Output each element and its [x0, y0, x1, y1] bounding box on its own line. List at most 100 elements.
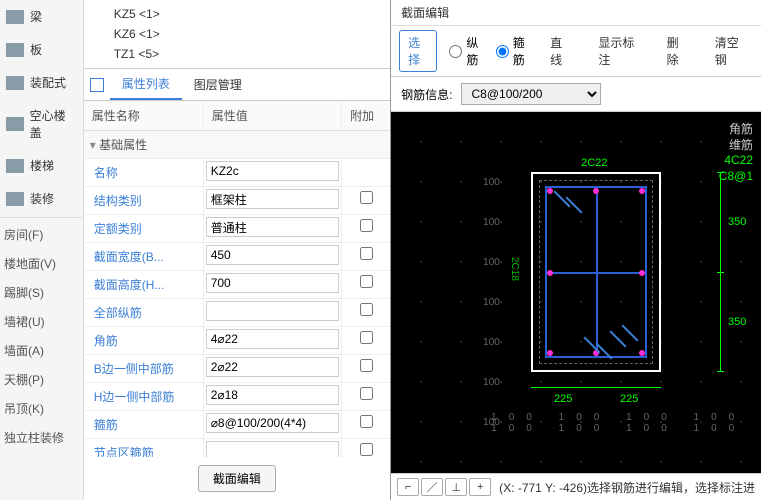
prop-input-bside[interactable] — [206, 357, 339, 377]
radio-label: 箍筋 — [513, 34, 530, 68]
nav-label: 踢脚(S) — [4, 284, 44, 301]
nav-label: 装配式 — [30, 74, 66, 91]
group-basic[interactable]: 基础属性 — [84, 131, 390, 159]
snap-perp-icon[interactable]: ⊥ — [445, 478, 467, 496]
prop-input-hside[interactable] — [206, 385, 339, 405]
prop-input-stirrup[interactable] — [206, 413, 339, 433]
prop-label: 截面高度(H... — [84, 271, 204, 298]
grid-label: 100 — [483, 257, 500, 268]
finish-icon — [6, 192, 24, 206]
prop-check[interactable] — [360, 387, 373, 400]
prop-check[interactable] — [360, 247, 373, 260]
beam-icon — [6, 10, 24, 24]
stair-icon — [6, 159, 24, 173]
prop-input-struct[interactable] — [206, 189, 339, 209]
nav-ceiling[interactable]: 天棚(P) — [0, 365, 83, 394]
property-list: 基础属性 名称 结构类别 定额类别 截面宽度(B... 截面高度(H... 全部… — [84, 131, 390, 457]
column-section[interactable] — [531, 172, 661, 372]
component-tree: KZ5 <1> KZ6 <1> TZ1 <5> — [84, 0, 390, 68]
snap-line-icon[interactable]: ／ — [421, 478, 443, 496]
section-editor: 截面编辑 选择 纵筋 箍筋 直线 显示标注 删除 清空钢 钢筋信息: C8@10… — [391, 0, 761, 500]
prop-input-joint[interactable] — [206, 441, 339, 457]
grid-label: 100 — [483, 217, 500, 228]
tool-clear[interactable]: 清空钢 — [707, 31, 753, 71]
nav-indep[interactable]: 独立柱装修 — [0, 423, 83, 452]
grid-label-row: 100 100 100 100 100 100 100 100 — [491, 412, 761, 434]
editor-toolbar: 选择 纵筋 箍筋 直线 显示标注 删除 清空钢 — [391, 26, 761, 77]
prop-check[interactable] — [360, 359, 373, 372]
col-extra: 附加 — [342, 101, 390, 130]
prop-check[interactable] — [360, 191, 373, 204]
prop-row: 截面高度(H... — [84, 271, 390, 299]
nav-label: 墙裙(U) — [4, 313, 45, 330]
nav-label: 独立柱装修 — [4, 429, 64, 446]
col-value: 属性值 — [204, 101, 342, 130]
section-edit-button[interactable]: 截面编辑 — [198, 465, 276, 492]
prop-label: 箍筋 — [84, 411, 204, 438]
dim-side-label: 2C18 — [509, 257, 520, 281]
prop-label: 定额类别 — [84, 215, 204, 242]
editor-title: 截面编辑 — [391, 0, 761, 26]
prop-row: 结构类别 — [84, 187, 390, 215]
tool-select[interactable]: 选择 — [399, 30, 437, 72]
tool-longbar[interactable]: 纵筋 — [449, 34, 483, 68]
prop-label: 截面宽度(B... — [84, 243, 204, 270]
prop-input-width[interactable] — [206, 245, 339, 265]
prop-input-name[interactable] — [206, 161, 339, 181]
prop-label: 节点区箍筋 — [84, 439, 204, 457]
tool-stirrup[interactable]: 箍筋 — [496, 34, 530, 68]
expand-icon[interactable] — [90, 78, 104, 92]
rebar-select[interactable]: C8@100/200 — [461, 83, 601, 105]
tree-item[interactable]: TZ1 <5> — [94, 44, 380, 64]
radio-longbar[interactable] — [449, 45, 462, 58]
prop-check[interactable] — [360, 415, 373, 428]
prop-input-corner[interactable] — [206, 329, 339, 349]
prop-row: H边一侧中部筋 — [84, 383, 390, 411]
dim-top: 2C22 — [581, 157, 607, 169]
prop-label: 角筋 — [84, 327, 204, 354]
nav-finish[interactable]: 装修 — [0, 182, 83, 215]
nav-wall[interactable]: 墙面(A) — [0, 336, 83, 365]
section-canvas[interactable]: 角筋维筋 4C22C8@1 2C22 2C18 350 — [391, 112, 761, 473]
nav-floor[interactable]: 楼地面(V) — [0, 249, 83, 278]
slab-icon — [6, 43, 24, 57]
tab-properties[interactable]: 属性列表 — [110, 69, 182, 100]
tree-item[interactable]: KZ5 <1> — [94, 4, 380, 24]
prop-label: H边一侧中部筋 — [84, 383, 204, 410]
prop-check[interactable] — [360, 331, 373, 344]
tree-item[interactable]: KZ6 <1> — [94, 24, 380, 44]
nav-hollow[interactable]: 空心楼盖 — [0, 99, 83, 149]
prop-row: B边一侧中部筋 — [84, 355, 390, 383]
prop-check[interactable] — [360, 303, 373, 316]
nav-stair[interactable]: 楼梯 — [0, 149, 83, 182]
tool-line[interactable]: 直线 — [542, 31, 578, 71]
nav-suspended[interactable]: 吊顶(K) — [0, 394, 83, 423]
prop-input-allbars[interactable] — [206, 301, 339, 321]
nav-wainscot[interactable]: 墙裙(U) — [0, 307, 83, 336]
nav-prefab[interactable]: 装配式 — [0, 66, 83, 99]
nav-beam[interactable]: 梁 — [0, 0, 83, 33]
dim-horizontal: 225 225 — [531, 387, 661, 388]
tool-showdim[interactable]: 显示标注 — [590, 31, 646, 71]
nav-label: 天棚(P) — [4, 371, 44, 388]
prop-check[interactable] — [360, 443, 373, 456]
nav-baseboard[interactable]: 踢脚(S) — [0, 278, 83, 307]
nav-room[interactable]: 房间(F) — [0, 220, 83, 249]
nav-slab[interactable]: 板 — [0, 33, 83, 66]
prop-check[interactable] — [360, 219, 373, 232]
tab-layers[interactable]: 图层管理 — [182, 70, 254, 99]
prop-input-quota[interactable] — [206, 217, 339, 237]
prop-row: 角筋 — [84, 327, 390, 355]
radio-stirrup[interactable] — [496, 45, 509, 58]
snap-endpoint-icon[interactable]: ⌐ — [397, 478, 419, 496]
radio-label: 纵筋 — [466, 34, 483, 68]
prop-check[interactable] — [360, 275, 373, 288]
tool-delete[interactable]: 删除 — [659, 31, 695, 71]
nav-label: 吊顶(K) — [4, 400, 44, 417]
col-name: 属性名称 — [84, 101, 204, 130]
nav-label: 装修 — [30, 190, 54, 207]
prop-input-height[interactable] — [206, 273, 339, 293]
snap-plus-icon[interactable]: + — [469, 478, 491, 496]
mid-stirrup-v[interactable] — [596, 186, 598, 358]
prop-row: 节点区箍筋 — [84, 439, 390, 457]
